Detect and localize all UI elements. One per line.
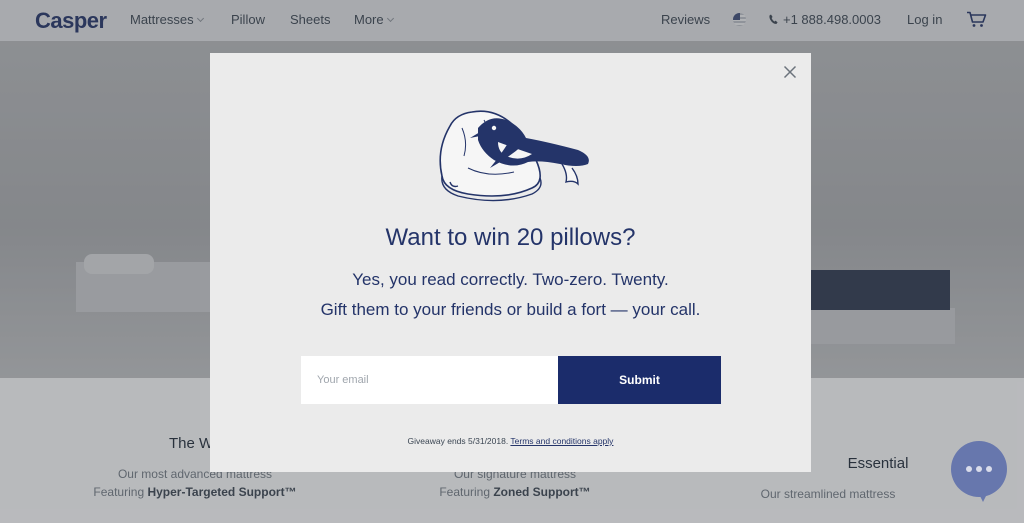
modal-headline: Want to win 20 pillows?	[385, 224, 636, 251]
sleeping-penguin-illustration	[439, 110, 589, 202]
giveaway-modal: Want to win 20 pillows? Yes, you read co…	[210, 53, 811, 472]
close-icon[interactable]	[783, 65, 797, 79]
modal-subtext-2: Gift them to your friends or build a for…	[320, 300, 701, 319]
email-input[interactable]	[301, 356, 558, 404]
giveaway-fine-print: Giveaway ends 5/31/2018. Terms and condi…	[210, 436, 811, 446]
chat-icon	[966, 466, 992, 472]
submit-button[interactable]: Submit	[558, 356, 721, 404]
chat-button[interactable]	[951, 441, 1007, 502]
terms-link[interactable]: Terms and conditions apply	[510, 436, 613, 446]
giveaway-end-date: Giveaway ends 5/31/2018.	[407, 436, 509, 446]
modal-subtext-1: Yes, you read correctly. Two-zero. Twent…	[352, 270, 669, 289]
